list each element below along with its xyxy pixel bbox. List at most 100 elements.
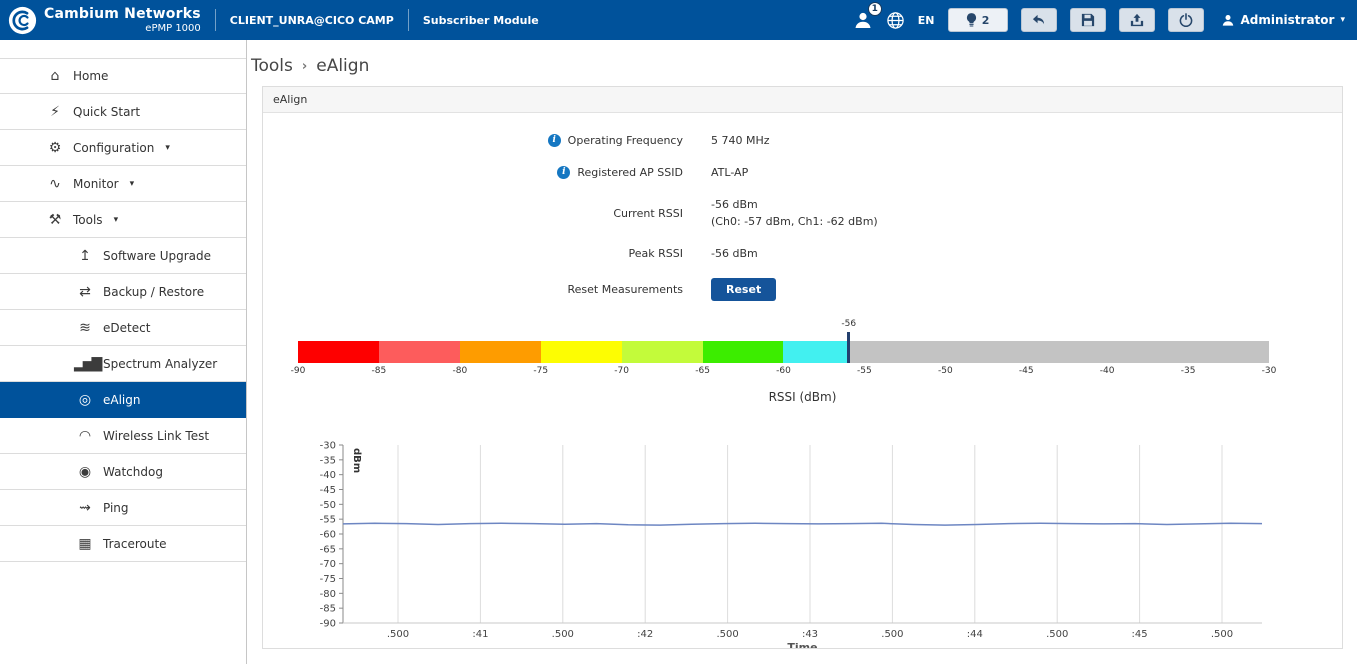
svg-text::45: :45 bbox=[1132, 629, 1148, 640]
sidebar-item-watchdog[interactable]: ◉Watchdog bbox=[0, 454, 246, 490]
gauge-tick-label: -40 bbox=[1100, 366, 1115, 376]
lightbulb-icon bbox=[966, 13, 977, 28]
gauge-marker: -56 bbox=[847, 332, 850, 363]
sidebar-item-monitor[interactable]: ∿Monitor▾ bbox=[0, 166, 246, 202]
reset-button[interactable]: Reset bbox=[711, 278, 776, 301]
module-name: Subscriber Module bbox=[423, 14, 539, 27]
navbar-right: 1 EN 2 bbox=[853, 8, 1345, 32]
gauge-segment bbox=[783, 341, 848, 363]
breadcrumb-separator-icon: › bbox=[302, 59, 307, 74]
navbar-divider bbox=[408, 9, 409, 31]
svg-text:.500: .500 bbox=[552, 629, 574, 640]
tools-icon: ⚒ bbox=[44, 212, 64, 228]
gauge-tick-label: -35 bbox=[1181, 366, 1196, 376]
device-name: CLIENT_UNRA@CICO CAMP bbox=[230, 14, 394, 27]
sidebar-item-label: Tools bbox=[73, 213, 103, 227]
account-notifications-icon[interactable]: 1 bbox=[853, 10, 873, 30]
gauge-tick-label: -60 bbox=[776, 366, 791, 376]
sidebar-item-software-upgrade[interactable]: ↥ Software Upgrade bbox=[0, 238, 246, 274]
field-value: 5 740 MHz bbox=[711, 133, 770, 148]
undo-button[interactable] bbox=[1021, 8, 1057, 32]
svg-text:-70: -70 bbox=[320, 559, 336, 570]
breadcrumb-page: eAlign bbox=[316, 56, 369, 76]
globe-icon[interactable] bbox=[886, 11, 905, 30]
gauge-segment bbox=[703, 341, 784, 363]
language-selector[interactable]: EN bbox=[918, 14, 935, 27]
save-button[interactable] bbox=[1070, 8, 1106, 32]
sidebar-item-ealign[interactable]: ◎eAlign bbox=[0, 382, 246, 418]
save-icon bbox=[1081, 13, 1095, 27]
rssi-gauge-bar bbox=[298, 341, 1269, 363]
brand-model: ePMP 1000 bbox=[44, 23, 201, 34]
svg-text:-90: -90 bbox=[320, 619, 336, 630]
undo-icon bbox=[1031, 14, 1046, 27]
gauge-marker-label: -56 bbox=[841, 319, 856, 329]
notification-badge: 1 bbox=[868, 2, 882, 16]
svg-text:-45: -45 bbox=[320, 485, 336, 496]
row-reset-measurements: Reset Measurements Reset bbox=[263, 278, 1342, 301]
navbar-divider bbox=[215, 9, 216, 31]
info-icon[interactable]: i bbox=[557, 166, 570, 179]
svg-text:-60: -60 bbox=[320, 530, 336, 541]
current-rssi-channels: (Ch0: -57 dBm, Ch1: -62 dBm) bbox=[711, 214, 878, 229]
quick-start-icon: ⚡ bbox=[44, 104, 64, 120]
row-operating-frequency: i Operating Frequency 5 740 MHz bbox=[263, 133, 1342, 148]
software-upgrade-icon: ↥ bbox=[74, 248, 94, 264]
power-button[interactable] bbox=[1168, 8, 1204, 32]
sidebar-item-traceroute[interactable]: ▦Traceroute bbox=[0, 526, 246, 562]
sidebar-item-backup-restore[interactable]: ⇄ Backup / Restore bbox=[0, 274, 246, 310]
sidebar-item-spectrum-analyzer[interactable]: ▂▅▇Spectrum Analyzer bbox=[0, 346, 246, 382]
gauge-ticks: -90-85-80-75-70-65-60-55-50-45-40-35-30 bbox=[298, 363, 1269, 378]
gauge-segment bbox=[622, 341, 703, 363]
sidebar-item-home[interactable]: ⌂Home bbox=[0, 58, 246, 94]
ping-icon: ⇝ bbox=[74, 500, 94, 516]
sidebar-item-quick-start[interactable]: ⚡Quick Start bbox=[0, 94, 246, 130]
gauge-tick-label: -85 bbox=[372, 366, 387, 376]
ealign-icon: ◎ bbox=[74, 392, 94, 408]
user-name: Administrator bbox=[1241, 13, 1335, 27]
svg-text::41: :41 bbox=[472, 629, 488, 640]
sidebar-item-label: Backup / Restore bbox=[103, 285, 204, 299]
sidebar-item-label: Ping bbox=[103, 501, 129, 515]
field-label: Registered AP SSID bbox=[577, 165, 683, 180]
svg-text:dBm: dBm bbox=[351, 448, 362, 473]
home-icon: ⌂ bbox=[44, 68, 64, 84]
top-navbar: Cambium Networks ePMP 1000 CLIENT_UNRA@C… bbox=[0, 0, 1357, 40]
user-menu[interactable]: Administrator ▾ bbox=[1221, 13, 1345, 27]
spectrum-analyzer-icon: ▂▅▇ bbox=[74, 356, 94, 372]
info-icon[interactable]: i bbox=[548, 134, 561, 147]
chevron-down-icon: ▾ bbox=[165, 143, 170, 153]
gauge-tick-label: -90 bbox=[291, 366, 306, 376]
svg-text:.500: .500 bbox=[716, 629, 738, 640]
sidebar: ⌂Home⚡Quick Start⚙Configuration▾∿Monitor… bbox=[0, 40, 247, 664]
svg-text:-85: -85 bbox=[320, 604, 336, 615]
panel-title: eAlign bbox=[263, 87, 1342, 113]
hint-count: 2 bbox=[982, 14, 990, 27]
gauge-tick-label: -65 bbox=[695, 366, 710, 376]
traceroute-icon: ▦ bbox=[74, 536, 94, 552]
gauge-segment bbox=[848, 341, 1269, 363]
sidebar-item-configuration[interactable]: ⚙Configuration▾ bbox=[0, 130, 246, 166]
gauge-tick-label: -75 bbox=[533, 366, 548, 376]
field-label: Operating Frequency bbox=[568, 133, 683, 148]
sidebar-item-label: Wireless Link Test bbox=[103, 429, 209, 443]
backup-restore-icon: ⇄ bbox=[74, 284, 94, 300]
field-value: -56 dBm (Ch0: -57 dBm, Ch1: -62 dBm) bbox=[711, 197, 878, 229]
sidebar-item-ping[interactable]: ⇝ Ping bbox=[0, 490, 246, 526]
ealign-panel: eAlign i Operating Frequency 5 740 MHz i… bbox=[262, 86, 1343, 649]
export-button[interactable] bbox=[1119, 8, 1155, 32]
sidebar-item-tools[interactable]: ⚒Tools▾ bbox=[0, 202, 246, 238]
field-label: Current RSSI bbox=[613, 206, 683, 221]
hints-button[interactable]: 2 bbox=[948, 8, 1008, 32]
gauge-tick-label: -50 bbox=[938, 366, 953, 376]
rssi-gauge: -56 -90-85-80-75-70-65-60-55-50-45-40-35… bbox=[298, 341, 1269, 378]
sidebar-item-wireless-link-test[interactable]: ◠Wireless Link Test bbox=[0, 418, 246, 454]
gauge-caption: RSSI (dBm) bbox=[263, 390, 1342, 404]
svg-text:.500: .500 bbox=[387, 629, 409, 640]
gauge-segment bbox=[460, 341, 541, 363]
breadcrumb-section[interactable]: Tools bbox=[251, 56, 293, 76]
sidebar-item-label: Software Upgrade bbox=[103, 249, 211, 263]
svg-text:-80: -80 bbox=[320, 589, 336, 600]
field-label: Peak RSSI bbox=[629, 246, 683, 261]
sidebar-item-edetect[interactable]: ≋eDetect bbox=[0, 310, 246, 346]
